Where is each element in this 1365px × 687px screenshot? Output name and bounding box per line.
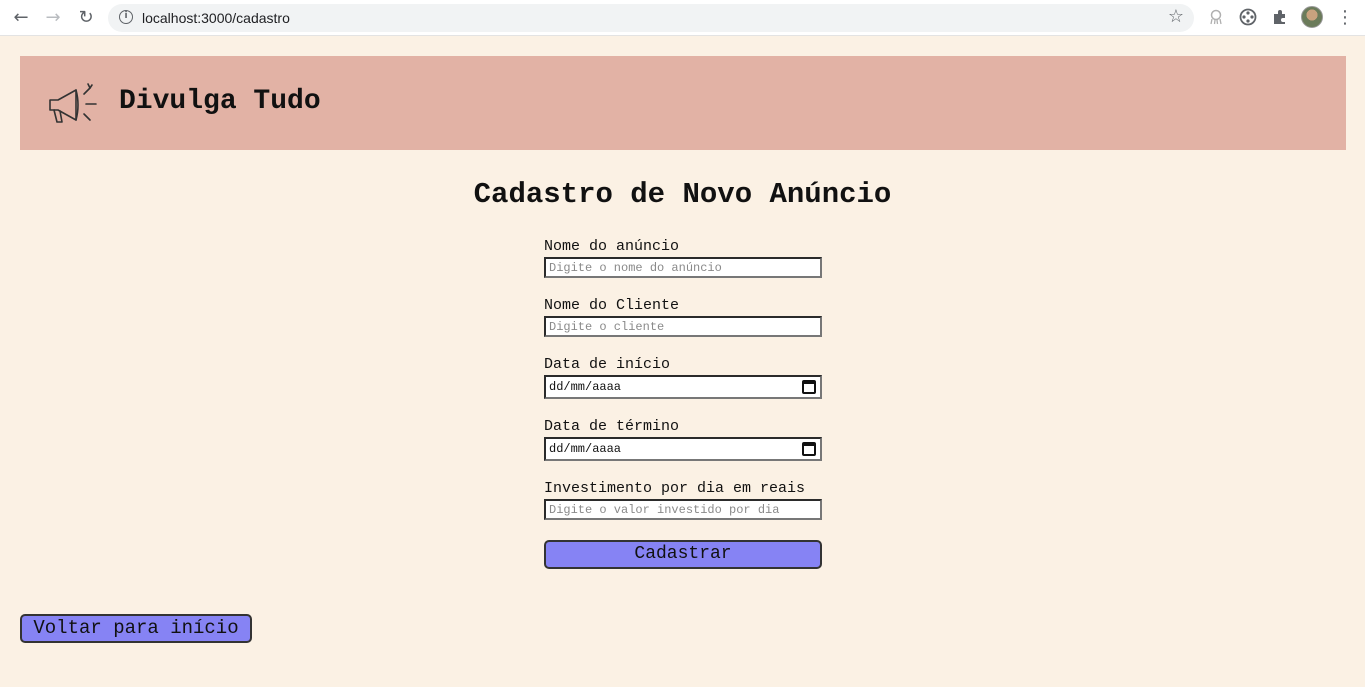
back-icon[interactable]: ← bbox=[9, 6, 33, 30]
start-date-label: Data de início bbox=[544, 356, 671, 373]
end-date-value[interactable]: dd/mm/aaaa bbox=[549, 442, 621, 456]
browser-toolbar: ← → ↻ i localhost:3000/cadastro ☆ ⋮ bbox=[0, 0, 1365, 36]
reload-icon[interactable]: ↻ bbox=[74, 6, 98, 30]
kebab-menu-icon[interactable]: ⋮ bbox=[1336, 6, 1354, 30]
submit-button[interactable]: Cadastrar bbox=[544, 540, 822, 569]
info-icon[interactable]: i bbox=[119, 10, 133, 24]
investment-input[interactable] bbox=[544, 499, 822, 520]
calendar-icon[interactable] bbox=[802, 380, 816, 394]
client-name-label: Nome do Cliente bbox=[544, 297, 680, 314]
url-text[interactable]: localhost:3000/cadastro bbox=[142, 10, 290, 26]
star-icon[interactable]: ☆ bbox=[1168, 6, 1184, 27]
calendar-icon[interactable] bbox=[802, 442, 816, 456]
ad-name-input[interactable] bbox=[544, 257, 822, 278]
page-title: Cadastro de Novo Anúncio bbox=[473, 178, 892, 211]
octopus-extension-icon[interactable] bbox=[1206, 7, 1226, 27]
address-bar[interactable]: i localhost:3000/cadastro ☆ bbox=[108, 4, 1194, 32]
puzzle-extensions-icon[interactable] bbox=[1270, 7, 1290, 27]
start-date-input[interactable]: dd/mm/aaaa bbox=[544, 375, 822, 399]
film-extension-icon[interactable] bbox=[1238, 7, 1258, 27]
end-date-label: Data de término bbox=[544, 418, 680, 435]
profile-avatar[interactable] bbox=[1301, 6, 1323, 28]
megaphone-icon bbox=[49, 83, 97, 123]
site-header: Divulga Tudo bbox=[20, 56, 1346, 150]
ad-name-label: Nome do anúncio bbox=[544, 238, 680, 255]
end-date-input[interactable]: dd/mm/aaaa bbox=[544, 437, 822, 461]
back-to-home-button[interactable]: Voltar para início bbox=[20, 614, 252, 643]
forward-icon[interactable]: → bbox=[41, 6, 65, 30]
brand-title[interactable]: Divulga Tudo bbox=[119, 86, 321, 117]
investment-label: Investimento por dia em reais bbox=[544, 480, 806, 497]
start-date-value[interactable]: dd/mm/aaaa bbox=[549, 380, 621, 394]
client-name-input[interactable] bbox=[544, 316, 822, 337]
